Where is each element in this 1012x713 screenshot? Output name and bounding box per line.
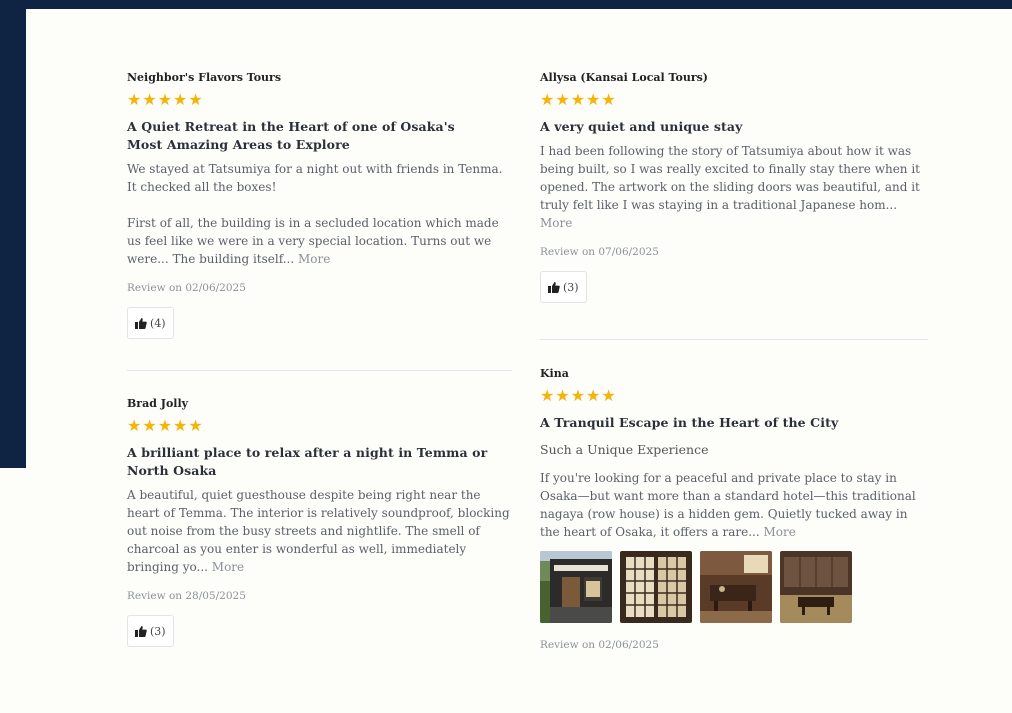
review-card: Allysa (Kansai Local Tours) ★ ★ ★ ★ ★ A very… bbox=[540, 71, 925, 303]
star-icon: ★ bbox=[555, 90, 570, 109]
star-icon: ★ bbox=[157, 416, 173, 435]
star-icon: ★ bbox=[127, 90, 142, 109]
review-text-excerpt: A beautiful, quiet guesthouse despite be… bbox=[127, 488, 510, 574]
reviewer-name: Neighbor's Flavors Tours bbox=[127, 71, 282, 84]
helpful-button[interactable]: (3) bbox=[540, 271, 587, 303]
star-icon: ★ bbox=[601, 386, 616, 405]
more-link[interactable]: More bbox=[540, 216, 572, 230]
review-body: I had been following the story of Tatsum… bbox=[540, 142, 925, 232]
review-text: A beautiful, quiet guesthouse despite be… bbox=[127, 486, 512, 576]
review-text: We stayed at Tatsumiya for a night out w… bbox=[127, 162, 503, 194]
review-title: A brilliant place to relax after a night… bbox=[127, 445, 488, 478]
star-icon: ★ bbox=[157, 90, 173, 109]
star-icon: ★ bbox=[142, 416, 157, 435]
review-body: We stayed at Tatsumiya for a night out w… bbox=[127, 160, 512, 268]
review-card: Brad Jolly ★ ★ ★ ★ ★ A brilliant place to re… bbox=[127, 397, 512, 647]
star-icon: ★ bbox=[586, 90, 601, 109]
star-rating: ★ ★ ★ ★ ★ bbox=[540, 387, 925, 405]
more-link[interactable]: More bbox=[764, 525, 796, 539]
star-icon: ★ bbox=[540, 90, 555, 109]
helpful-count: (4) bbox=[150, 316, 166, 330]
more-link[interactable]: More bbox=[212, 560, 244, 574]
helpful-count: (3) bbox=[150, 624, 166, 638]
star-icon: ★ bbox=[570, 90, 586, 109]
shoji-door-photo[interactable] bbox=[620, 551, 692, 623]
review-text-excerpt: If you're looking for a peaceful and pri… bbox=[540, 471, 916, 539]
review-body: If you're looking for a peaceful and pri… bbox=[540, 469, 925, 541]
review-text-excerpt: I had been following the story of Tatsum… bbox=[540, 144, 920, 212]
helpful-button[interactable]: (4) bbox=[127, 307, 174, 339]
review-text: First of all, the building is in a seclu… bbox=[127, 214, 512, 268]
review-divider bbox=[127, 370, 512, 371]
review-card: Kina ★ ★ ★ ★ ★ A Tranquil Escape in the Hear… bbox=[540, 367, 925, 651]
star-icon: ★ bbox=[540, 386, 555, 405]
star-icon: ★ bbox=[586, 386, 601, 405]
review-date: Review on 02/06/2025 bbox=[127, 282, 246, 294]
left-band bbox=[0, 0, 26, 468]
star-icon: ★ bbox=[127, 416, 142, 435]
star-icon: ★ bbox=[188, 416, 203, 435]
star-rating: ★ ★ ★ ★ ★ bbox=[127, 91, 512, 109]
star-rating: ★ ★ ★ ★ ★ bbox=[540, 91, 925, 109]
review-date: Review on 02/06/2025 bbox=[540, 639, 659, 651]
review-card: Neighbor's Flavors Tours ★ ★ ★ ★ ★ A Quiet R… bbox=[127, 71, 512, 339]
star-icon: ★ bbox=[173, 90, 188, 109]
review-date: Review on 07/06/2025 bbox=[540, 246, 659, 258]
review-text: I had been following the story of Tatsum… bbox=[540, 142, 925, 232]
thumbs-up-icon bbox=[548, 281, 560, 293]
star-icon: ★ bbox=[188, 90, 203, 109]
reviewer-name: Allysa (Kansai Local Tours) bbox=[540, 71, 709, 84]
star-icon: ★ bbox=[570, 386, 586, 405]
review-title: A Tranquil Escape in the Heart of the Ci… bbox=[540, 415, 839, 430]
reviewer-name: Brad Jolly bbox=[127, 397, 189, 410]
dining-room-photo[interactable] bbox=[700, 551, 772, 623]
review-divider bbox=[540, 339, 928, 340]
star-rating: ★ ★ ★ ★ ★ bbox=[127, 417, 512, 435]
review-photos bbox=[540, 551, 925, 623]
review-title: A very quiet and unique stay bbox=[540, 119, 743, 134]
thumbs-up-icon bbox=[135, 625, 147, 637]
tatami-room-photo[interactable] bbox=[780, 551, 852, 623]
review-date: Review on 28/05/2025 bbox=[127, 590, 246, 602]
star-icon: ★ bbox=[173, 416, 188, 435]
header-band bbox=[0, 0, 1012, 9]
star-icon: ★ bbox=[142, 90, 157, 109]
helpful-count: (3) bbox=[563, 280, 579, 294]
review-body: A beautiful, quiet guesthouse despite be… bbox=[127, 486, 512, 576]
helpful-button[interactable]: (3) bbox=[127, 615, 174, 647]
review-text: If you're looking for a peaceful and pri… bbox=[540, 469, 925, 541]
review-title: A Quiet Retreat in the Heart of one of O… bbox=[127, 119, 455, 152]
review-subtitle: Such a Unique Experience bbox=[540, 442, 709, 457]
star-icon: ★ bbox=[601, 90, 616, 109]
more-link[interactable]: More bbox=[298, 252, 330, 266]
storefront-photo[interactable] bbox=[540, 551, 612, 623]
thumbs-up-icon bbox=[135, 317, 147, 329]
star-icon: ★ bbox=[555, 386, 570, 405]
reviewer-name: Kina bbox=[540, 367, 569, 380]
